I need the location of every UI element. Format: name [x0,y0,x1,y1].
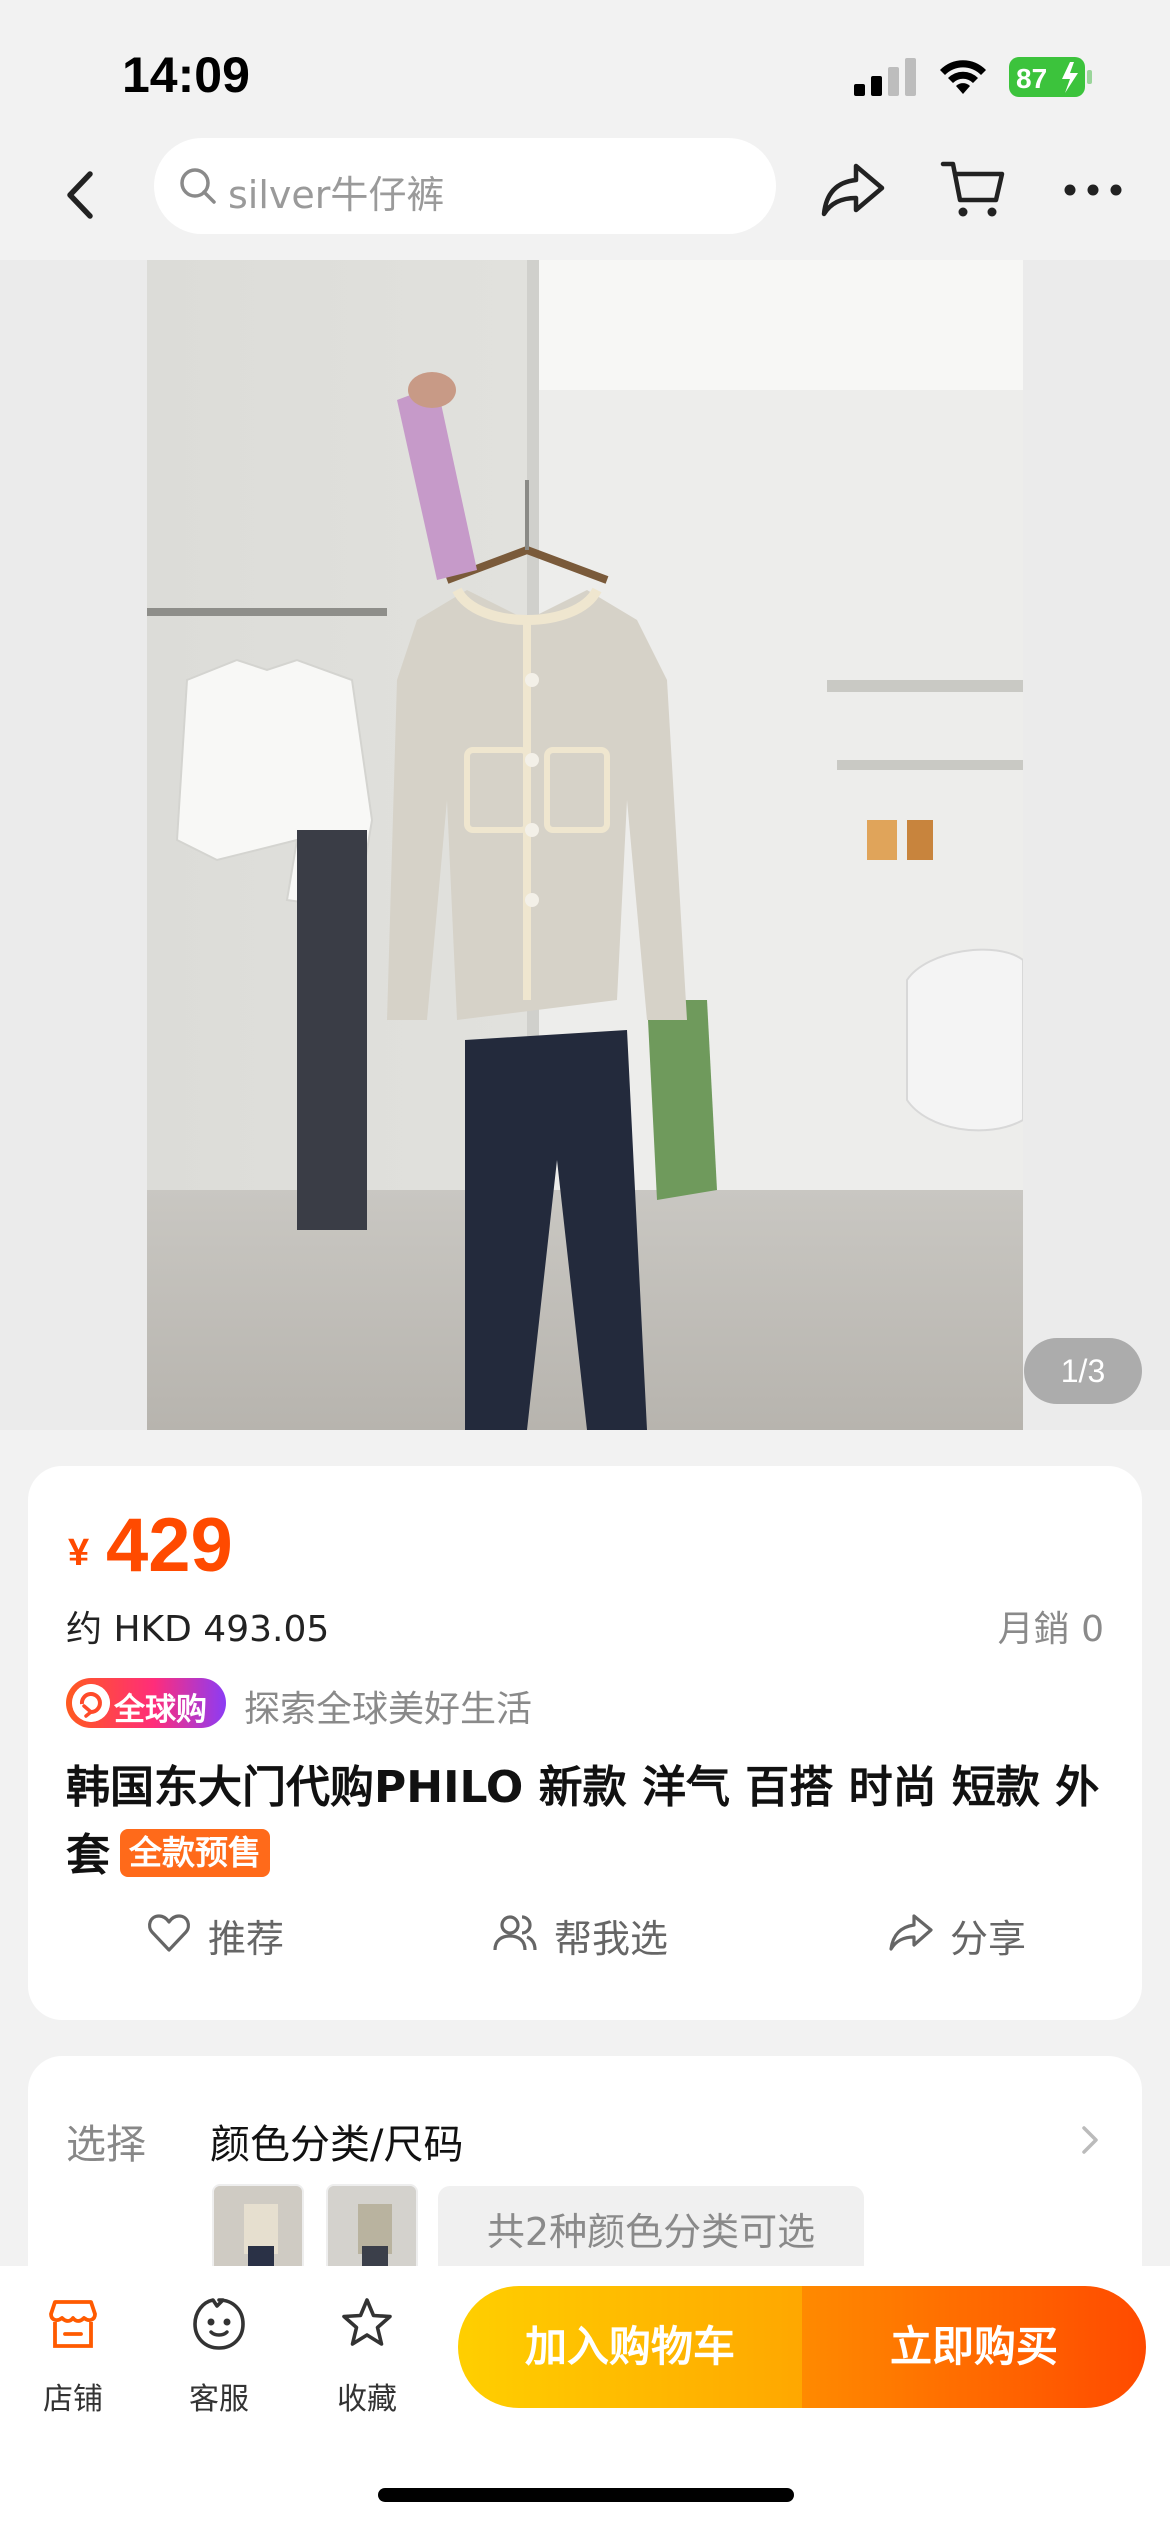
star-icon [342,2298,392,2346]
bottom-action-bar: 店铺 客服 收藏 加入购物车 立即购买 [0,2266,1170,2532]
add-to-cart-button[interactable]: 加入购物车 [458,2286,802,2408]
customer-service-tab[interactable]: 客服 [164,2296,274,2426]
color-thumbnail[interactable] [326,2184,418,2276]
signal-icon [854,58,916,96]
home-indicator[interactable] [378,2488,794,2502]
select-label: 选择 [66,2122,146,2168]
price-hkd: 约 HKD 493.05 [66,1609,330,1650]
store-tab[interactable]: 店铺 [18,2296,128,2426]
global-slogan: 探索全球美好生活 [244,1689,533,1730]
thumbnail-image [328,2186,416,2274]
store-label: 店铺 [43,2382,103,2417]
global-purchase-icon [72,1684,110,1722]
global-purchase-label: 全球购 [114,1692,207,1728]
favorite-label: 收藏 [337,2382,397,2417]
presale-tag: 全款预售 [120,1829,270,1877]
recommend-button[interactable]: 推荐 [146,1902,316,1962]
global-purchase-badge[interactable]: 全球购 [66,1678,226,1728]
product-info-card: ¥ 429 约 HKD 493.05 月銷 0 全球购 探索全球美好生活 韩国东… [28,1466,1142,2020]
back-arrow-icon[interactable] [50,160,110,230]
battery-icon: 87 [1009,57,1092,97]
battery-level: 87 [1016,63,1047,94]
heart-icon [148,1914,190,1952]
service-label: 客服 [189,2382,249,2417]
cart-icon[interactable] [940,156,1006,222]
product-photo [147,260,1023,1430]
product-gallery[interactable]: 1/3 [0,260,1170,1430]
more-icon[interactable] [1062,180,1124,200]
search-placeholder: silver牛仔裤 [228,173,445,217]
store-icon [49,2300,97,2348]
wifi-icon [940,60,986,94]
monthly-sales: 月銷 0 [997,1609,1104,1650]
nav-bar: silver牛仔裤 [0,130,1170,260]
thumbnail-image [214,2186,302,2274]
share-button[interactable]: 分享 [888,1902,1068,1962]
help-me-choose-label: 帮我选 [554,1917,669,1961]
share-label: 分享 [950,1917,1027,1961]
status-bar: 14:09 87 [0,0,1170,140]
service-face-icon [193,2298,245,2350]
price: 429 [106,1503,233,1588]
select-value: 颜色分类/尺码 [210,2122,464,2168]
favorite-tab[interactable]: 收藏 [312,2296,422,2426]
share-icon [889,1914,933,1951]
status-time: 14:09 [122,47,250,103]
share-icon[interactable] [820,160,886,220]
color-thumbnail[interactable] [212,2184,304,2276]
color-count-tag: 共2种颜色分类可选 [438,2186,864,2278]
buy-now-button[interactable]: 立即购买 [802,2286,1146,2408]
price-currency: ¥ [68,1532,90,1574]
recommend-label: 推荐 [208,1917,285,1961]
people-icon [493,1915,537,1951]
image-page-indicator: 1/3 [1024,1338,1142,1404]
search-icon [180,168,216,204]
search-input[interactable]: silver牛仔裤 [154,138,776,234]
product-title: 韩国东大门代购PHILO 新款 洋气 百搭 时尚 短款 外套 全款预售 [66,1754,1106,1890]
chevron-right-icon [1082,2126,1098,2154]
help-me-choose-button[interactable]: 帮我选 [492,1902,712,1962]
